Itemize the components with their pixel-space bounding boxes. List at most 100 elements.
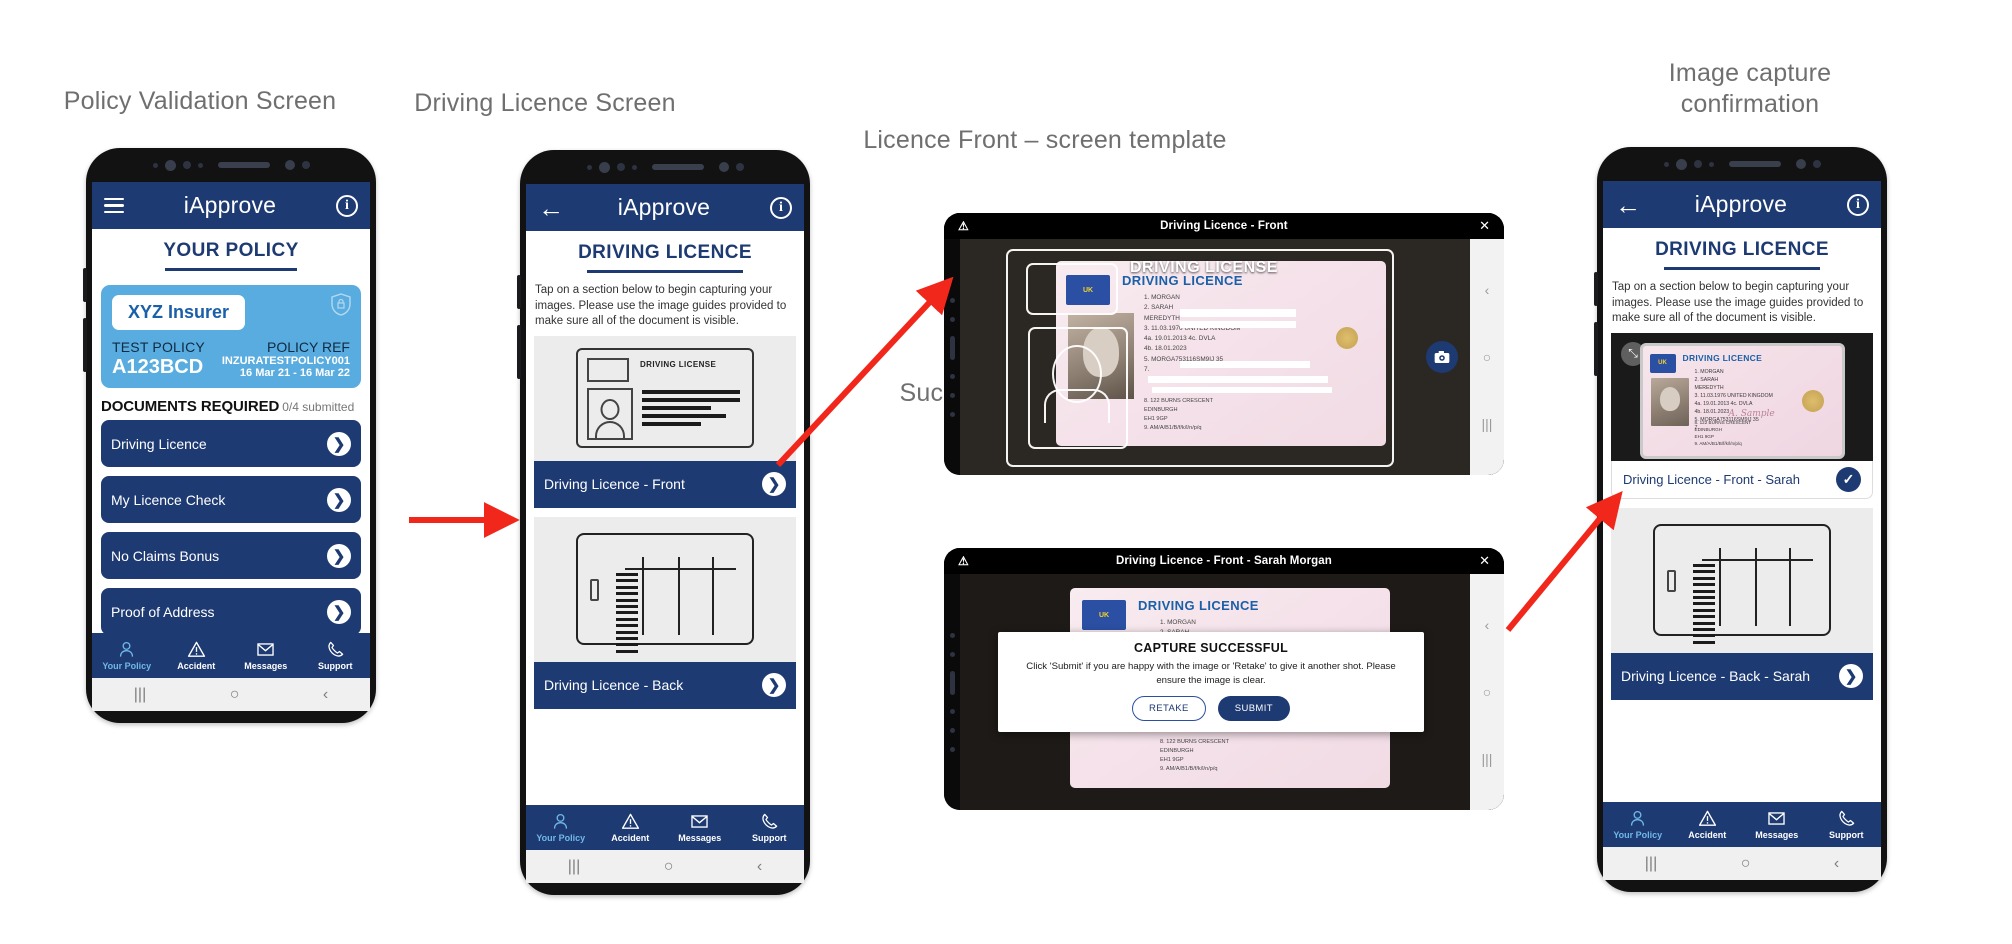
info-icon[interactable]: i [336, 194, 358, 217]
close-icon[interactable]: ✕ [1479, 553, 1490, 569]
tab-messages[interactable]: Messages [231, 640, 301, 671]
chevron-right-icon[interactable]: ❯ [1839, 664, 1863, 689]
close-icon[interactable]: ✕ [1479, 218, 1490, 234]
documents-submitted-count: 0/4 submitted [282, 400, 355, 414]
tab-label: Your Policy [1613, 830, 1663, 840]
nav-recents-button[interactable]: ||| [1645, 855, 1657, 873]
tab-accident[interactable]: Accident [162, 640, 232, 671]
row-driving-licence-front[interactable]: Driving Licence - Front ❯ [534, 460, 796, 508]
page-title-text: DRIVING LICENCE [578, 242, 752, 263]
tab-support[interactable]: Support [301, 640, 371, 671]
info-icon[interactable]: i [770, 196, 792, 219]
uk-flag-badge: UK [1649, 353, 1676, 373]
tab-messages[interactable]: Messages [1742, 809, 1812, 840]
camera-topbar-2: ⚠ Driving Licence - Front - Sarah Morgan… [944, 548, 1504, 574]
tab-support[interactable]: Support [1812, 809, 1882, 840]
title-underline [1664, 267, 1820, 270]
policy-label: TEST POLICY [112, 339, 205, 355]
nav-recents-button[interactable]: ||| [1482, 751, 1493, 767]
app-title: iApprove [183, 192, 277, 218]
licence-outline-graphic: DRIVING LICENSE [576, 348, 754, 449]
nav-home-button[interactable]: ○ [230, 686, 240, 704]
captured-front-label: Driving Licence - Front - Sarah [1623, 471, 1801, 487]
nav-recents-button[interactable]: ||| [568, 858, 580, 876]
page-title-text: YOUR POLICY [163, 240, 299, 261]
chevron-right-icon[interactable]: ❯ [762, 673, 786, 698]
licence-heading-blue: DRIVING LICENCE [1682, 352, 1763, 363]
page-title-text: DRIVING LICENCE [1655, 239, 1829, 260]
nav-home-button[interactable]: ○ [1483, 349, 1491, 365]
info-icon[interactable]: i [1847, 193, 1869, 216]
row-label: Driving Licence - Back - Sarah [1621, 668, 1811, 685]
licence-photo-box [587, 388, 633, 441]
row-driving-licence-back[interactable]: Driving Licence - Back - Sarah ❯ [1611, 652, 1873, 700]
redaction-bar [1180, 321, 1296, 328]
document-row-label: No Claims Bonus [111, 547, 220, 564]
policy-dates: 16 Mar 21 - 16 Mar 22 [239, 367, 350, 379]
submit-button[interactable]: SUBMIT [1217, 695, 1290, 721]
licence-portrait [1650, 377, 1689, 426]
back-arrow-icon[interactable]: ← [1615, 192, 1641, 218]
documents-required-header: DOCUMENTS REQUIRED 0/4 submitted [92, 388, 370, 420]
tab-label: Support [1829, 830, 1864, 840]
licence-front-template[interactable]: DRIVING LICENSE [534, 335, 796, 461]
chevron-right-icon[interactable]: ❯ [762, 472, 786, 497]
nav-home-button[interactable]: ○ [1741, 855, 1751, 873]
flash-off-icon[interactable]: ⚠ [958, 554, 969, 568]
licence-heading-blue: DRIVING LICENCE [1138, 598, 1259, 613]
tab-messages[interactable]: Messages [665, 812, 735, 843]
tab-your-policy[interactable]: Your Policy [526, 812, 596, 843]
captured-image-preview[interactable]: ⤡ UK DRIVING LICENCE 1. MORGAN 2. SARAH … [1611, 332, 1873, 461]
chevron-right-icon[interactable]: ❯ [327, 431, 351, 456]
nav-recents-button[interactable]: ||| [1482, 416, 1493, 432]
tab-accident[interactable]: Accident [596, 812, 666, 843]
camera-capture-button[interactable] [1426, 341, 1458, 373]
flash-off-icon[interactable]: ⚠ [958, 219, 969, 233]
page-title: DRIVING LICENCE [526, 231, 804, 279]
check-circle-icon: ✓ [1836, 466, 1861, 492]
nav-home-button[interactable]: ○ [664, 858, 674, 876]
licence-back-template[interactable] [1611, 507, 1873, 653]
document-row-proof-of-address[interactable]: Proof of Address ❯ [101, 588, 361, 635]
title-underline [165, 268, 297, 271]
document-row-driving-licence[interactable]: Driving Licence ❯ [101, 420, 361, 467]
chevron-right-icon[interactable]: ❯ [327, 599, 351, 624]
tab-support[interactable]: Support [735, 812, 805, 843]
camera-viewfinder-1[interactable]: UK DRIVING LICENCE 1. MORGAN 2. SARAH ME… [960, 239, 1470, 475]
retake-button[interactable]: RETAKE [1131, 695, 1206, 721]
tab-your-policy[interactable]: Your Policy [1603, 809, 1673, 840]
licence-address-text: 8. 122 BURNS CRESCENT EDINBURGH EH1 9GP … [1694, 419, 1752, 446]
tab-accident[interactable]: Accident [1673, 809, 1743, 840]
back-arrow-icon[interactable]: ← [538, 195, 564, 221]
document-row-no-claims-bonus[interactable]: No Claims Bonus ❯ [101, 532, 361, 579]
licence-back-template[interactable] [534, 516, 796, 662]
caption-licence-front-template: Licence Front – screen template [863, 126, 1227, 154]
document-row-my-licence-check[interactable]: My Licence Check ❯ [101, 476, 361, 523]
captured-front-row[interactable]: Driving Licence - Front - Sarah ✓ [1611, 460, 1873, 499]
person-icon [554, 813, 568, 829]
person-icon [120, 641, 134, 657]
envelope-icon [257, 643, 274, 656]
licence-table-vline [678, 557, 680, 636]
nav-back-button[interactable]: ‹ [1834, 855, 1839, 873]
nav-recents-button[interactable]: ||| [134, 686, 146, 704]
bottom-tab-bar: Your Policy Accident Messages Support [526, 805, 804, 850]
policy-card[interactable]: XYZ Insurer TEST POLICY A123BCD POLICY R… [101, 285, 361, 388]
nav-back-button[interactable]: ‹ [757, 858, 762, 876]
nav-home-button[interactable]: ○ [1483, 684, 1491, 700]
nav-back-button[interactable]: ‹ [323, 686, 328, 704]
phone-driving-licence: ← iApprove i DRIVING LICENCE Tap on a se… [517, 150, 810, 895]
document-row-label: My Licence Check [111, 491, 226, 508]
licence-template-title: DRIVING LICENSE [640, 360, 717, 370]
nav-back-button[interactable]: ‹ [1485, 617, 1490, 633]
tab-label: Messages [678, 833, 722, 843]
caption-driving-licence: Driving Licence Screen [414, 89, 676, 117]
phone2-appbar: ← iApprove i [526, 184, 804, 231]
hamburger-icon[interactable] [104, 197, 124, 214]
nav-back-button[interactable]: ‹ [1485, 282, 1490, 298]
tab-your-policy[interactable]: Your Policy [92, 640, 162, 671]
row-driving-licence-back[interactable]: Driving Licence - Back ❯ [534, 661, 796, 709]
chevron-right-icon[interactable]: ❯ [327, 543, 351, 568]
camera-topbar-1: ⚠ Driving Licence - Front ✕ [944, 213, 1504, 239]
chevron-right-icon[interactable]: ❯ [327, 487, 351, 512]
